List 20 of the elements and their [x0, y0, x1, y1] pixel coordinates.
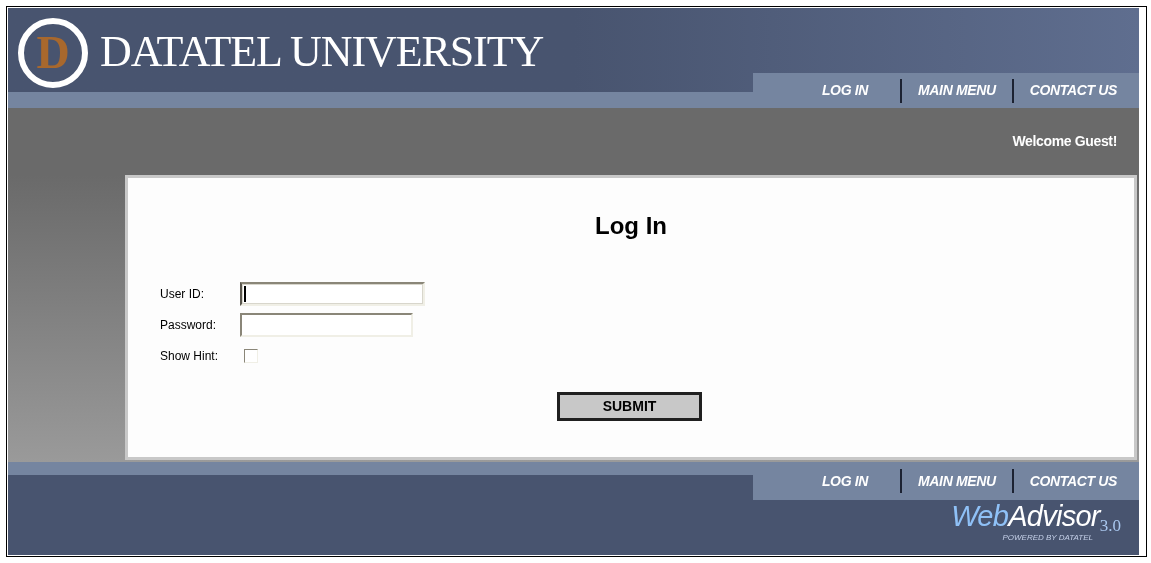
field-label: Password:	[160, 317, 218, 334]
version-text: 3.0	[1099, 517, 1121, 534]
nav-link[interactable]: MAIN MENU	[910, 80, 1004, 101]
logo-wordmark: WebAdvisor	[951, 502, 1100, 531]
field-label: Show Hint:	[160, 348, 220, 365]
nav-link[interactable]: CONTACT US	[1021, 80, 1125, 101]
nav-link[interactable]: MAIN MENU	[910, 470, 1004, 492]
welcome-text: Welcome Guest!	[1012, 132, 1117, 151]
user-id-field[interactable]	[240, 282, 425, 306]
nav-link[interactable]: LOG IN	[813, 80, 877, 101]
tagline-text: POWERED BY DATATEL	[1002, 534, 1093, 542]
university-title: DATATEL UNIVERSITY	[100, 30, 544, 74]
logo-icon: D	[18, 18, 88, 88]
nav-link[interactable]: CONTACT US	[1021, 470, 1125, 492]
field-label: User ID:	[160, 286, 205, 303]
submit-button[interactable]: SUBMIT	[557, 392, 702, 421]
hint-checkbox[interactable]	[244, 349, 258, 363]
password-field[interactable]	[240, 313, 413, 337]
form-title: Log In	[595, 211, 667, 241]
nav-link[interactable]: LOG IN	[813, 470, 877, 492]
